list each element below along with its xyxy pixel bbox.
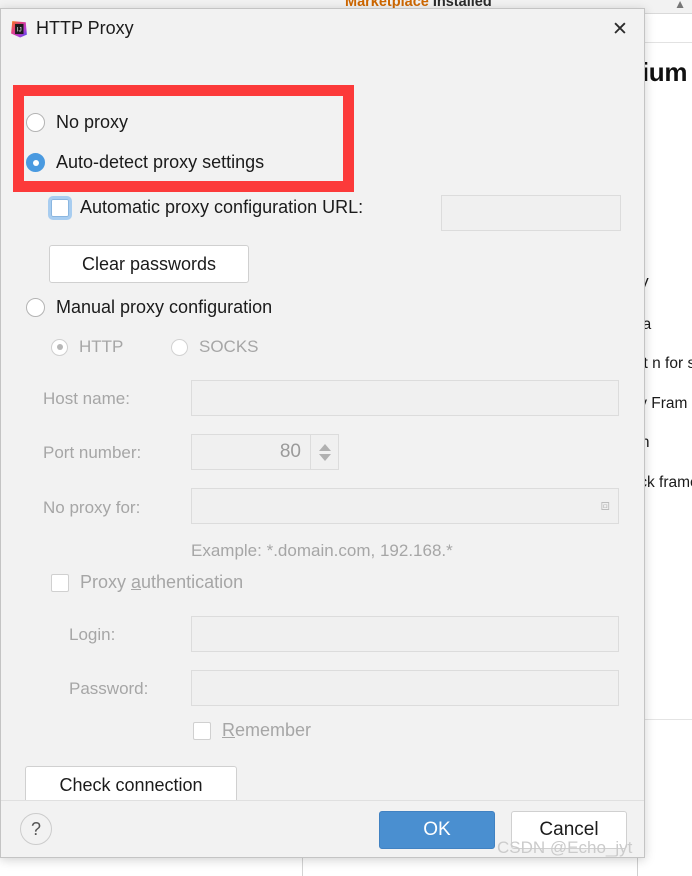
dialog-body: No proxy Auto-detect proxy settings Auto… <box>1 47 644 804</box>
check-connection-button-label: Check connection <box>59 774 203 795</box>
clear-passwords-button-label: Clear passwords <box>81 253 217 274</box>
radio-socks-label: SOCKS <box>199 337 259 356</box>
password-label: Password: <box>69 679 149 698</box>
checkbox-automatic-proxy-url-label: Automatic proxy configuration URL: <box>80 197 364 217</box>
checkbox-remember[interactable]: Remember <box>193 720 311 741</box>
annotation-highlight-rectangle <box>13 85 354 192</box>
radio-manual-proxy-indicator[interactable] <box>26 298 45 317</box>
radio-auto-detect[interactable]: Auto-detect proxy settings <box>26 152 264 173</box>
no-proxy-for-value <box>192 489 618 505</box>
clear-passwords-button[interactable]: Clear passwords <box>49 245 249 283</box>
plugin-title: Selenium UI Testing <box>638 57 692 87</box>
checkbox-automatic-proxy-url-indicator[interactable] <box>48 195 72 220</box>
plugin-description-paragraph: d vali for Ja <box>638 312 692 338</box>
chevron-down-icon[interactable] <box>318 453 331 461</box>
panel-divider-lower <box>638 719 692 720</box>
cancel-button-label: Cancel <box>539 819 599 840</box>
checkbox-proxy-authentication[interactable]: Proxy authentication <box>51 572 243 593</box>
automatic-proxy-url-input[interactable] <box>441 195 621 231</box>
host-name-input[interactable] <box>191 380 619 416</box>
radio-no-proxy-indicator[interactable] <box>26 113 45 132</box>
checkbox-remember-label: Remember <box>222 720 312 740</box>
radio-manual-proxy-label: Manual proxy configuration <box>56 297 273 317</box>
plugin-detail-panel: Selenium UI Testing 275. Testin ↗ d sup … <box>637 14 692 876</box>
login-input[interactable] <box>191 616 619 652</box>
host-name-label: Host name: <box>43 389 130 408</box>
chevron-up-icon[interactable]: ▲ <box>674 0 686 11</box>
screenshot-root: Marketplace Installed ▲ Selenium UI Test… <box>0 0 692 876</box>
no-proxy-for-hint: Example: *.domain.com, 192.168.* <box>191 541 453 560</box>
dialog-title: HTTP Proxy <box>36 18 134 38</box>
chevron-up-icon[interactable] <box>318 443 331 451</box>
svg-text:IJ: IJ <box>17 26 22 33</box>
ok-button-label: OK <box>423 819 451 840</box>
plugin-description-paragraph: d sup in JV <box>638 272 692 298</box>
plugin-description-paragraph: ing w nerat n for sts. <box>638 355 692 372</box>
check-connection-button[interactable]: Check connection <box>25 766 237 804</box>
radio-auto-detect-indicator[interactable] <box>26 153 45 172</box>
password-input[interactable] <box>191 670 619 706</box>
no-proxy-for-input[interactable]: ⧈ <box>191 488 619 524</box>
panel-divider <box>638 42 692 43</box>
http-proxy-dialog: IJ HTTP Proxy ✕ No proxy Auto-detect pro… <box>0 8 645 858</box>
port-number-stepper[interactable]: 80 <box>191 434 339 470</box>
checkbox-proxy-authentication-label: Proxy authentication <box>80 572 244 592</box>
checkbox-remember-indicator[interactable] <box>193 721 211 740</box>
password-value <box>192 671 618 687</box>
radio-auto-detect-label: Auto-detect proxy settings <box>56 152 265 172</box>
close-icon[interactable]: ✕ <box>606 16 634 42</box>
cancel-button[interactable]: Cancel <box>511 811 627 849</box>
plugin-description-paragraph: d cod er an <box>638 430 692 456</box>
ok-button[interactable]: OK <box>379 811 495 849</box>
plugin-description-paragraph: ction d nav Fram n an d, Se th qu <box>638 394 692 412</box>
dialog-titlebar: IJ HTTP Proxy ✕ <box>1 9 644 47</box>
port-number-arrows[interactable] <box>310 435 338 469</box>
help-icon[interactable]: ? <box>20 813 52 845</box>
radio-http[interactable]: HTTP <box>51 337 123 357</box>
dialog-footer: ? OK Cancel <box>1 800 644 857</box>
login-value <box>192 617 618 633</box>
intellij-idea-icon: IJ <box>11 21 27 38</box>
radio-socks[interactable]: SOCKS <box>171 337 259 357</box>
port-number-value[interactable]: 80 <box>192 435 310 469</box>
checkbox-proxy-authentication-indicator[interactable] <box>51 573 69 592</box>
radio-no-proxy-label: No proxy <box>56 112 129 132</box>
radio-no-proxy[interactable]: No proxy <box>26 112 128 133</box>
radio-socks-indicator[interactable] <box>171 338 188 356</box>
checkbox-automatic-proxy-url[interactable]: Automatic proxy configuration URL: <box>48 195 364 220</box>
host-name-value <box>192 381 618 397</box>
automatic-proxy-url-value <box>442 196 620 212</box>
plugin-description: d sup in JV d vali for Ja ing w nerat n … <box>638 272 692 509</box>
port-number-label: Port number: <box>43 443 142 462</box>
expand-icon[interactable]: ⧈ <box>600 498 610 513</box>
radio-http-indicator[interactable] <box>51 338 68 356</box>
plugin-description-paragraph: ble ou stack frames of fram <box>638 473 692 491</box>
login-label: Login: <box>69 625 116 644</box>
no-proxy-for-label: No proxy for: <box>43 498 141 517</box>
radio-http-label: HTTP <box>79 337 124 356</box>
radio-manual-proxy[interactable]: Manual proxy configuration <box>26 297 272 318</box>
